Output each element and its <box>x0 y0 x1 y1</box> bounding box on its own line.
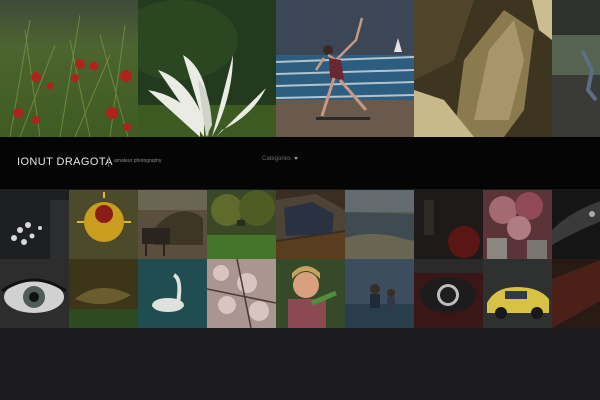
water-lily-photo[interactable] <box>138 0 276 137</box>
poppy-field-photo[interactable] <box>0 0 138 137</box>
top-photo-strip <box>0 0 600 137</box>
yellow-flower-photo[interactable] <box>69 190 138 259</box>
thumbnail-grid <box>0 190 600 328</box>
horse-cart-photo[interactable] <box>138 190 207 259</box>
green-trees-photo[interactable] <box>207 190 276 259</box>
skateboarder-photo[interactable] <box>276 0 414 137</box>
yellow-car-photo[interactable] <box>483 259 552 328</box>
dark-detail-photo[interactable] <box>552 190 600 259</box>
site-tagline: amateur photography <box>114 158 162 164</box>
dark-red-corner-photo[interactable] <box>552 259 600 328</box>
categories-dropdown[interactable]: Categories <box>262 156 299 162</box>
site-header: IONUT DRAGOTA amateur photography Catego… <box>0 137 600 189</box>
swan-photo[interactable] <box>138 259 207 328</box>
page-background <box>0 328 600 400</box>
cherry-blossom-photo[interactable] <box>207 259 276 328</box>
people-water-photo[interactable] <box>345 259 414 328</box>
white-flower-photo[interactable] <box>0 190 69 259</box>
title-divider <box>108 156 109 167</box>
categories-label: Categories <box>262 156 292 162</box>
eye-closeup-photo[interactable] <box>0 259 69 328</box>
car-mirror-photo[interactable] <box>276 190 345 259</box>
car-logo-photo[interactable] <box>414 259 483 328</box>
dark-red-photo[interactable] <box>414 190 483 259</box>
partial-street-photo[interactable] <box>552 0 600 137</box>
dry-leaf-photo[interactable] <box>69 259 138 328</box>
pink-blossom-photo[interactable] <box>483 190 552 259</box>
rocky-shore-photo[interactable] <box>345 190 414 259</box>
golden-leaf-photo[interactable] <box>414 0 552 137</box>
site-title[interactable]: IONUT DRAGOTA <box>17 156 113 168</box>
chevron-down-icon <box>294 156 299 160</box>
child-portrait-photo[interactable] <box>276 259 345 328</box>
